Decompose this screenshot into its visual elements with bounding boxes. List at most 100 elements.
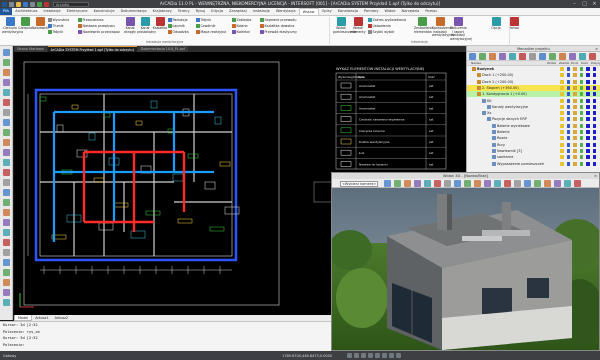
color-swatch[interactable] <box>586 79 590 84</box>
visibility-icon[interactable] <box>560 136 564 141</box>
properties-icon[interactable] <box>3 259 10 266</box>
color-swatch[interactable] <box>592 104 596 109</box>
lock-icon[interactable] <box>566 148 570 153</box>
print-icon[interactable] <box>573 142 577 147</box>
lock-icon[interactable] <box>566 123 570 128</box>
tree-node[interactable]: Xx <box>467 110 600 116</box>
color-swatch[interactable] <box>592 98 596 103</box>
ribbon-tab[interactable]: Instalacje <box>250 8 273 15</box>
snap-icon[interactable] <box>579 136 583 141</box>
ribbon-tab[interactable]: Zarządzaj <box>226 8 250 15</box>
color-swatch[interactable] <box>586 67 590 71</box>
color-swatch[interactable] <box>586 155 590 160</box>
circle-icon[interactable] <box>3 189 10 196</box>
lock-icon[interactable] <box>566 111 570 116</box>
model-space-icon[interactable] <box>396 353 401 358</box>
orbit-icon[interactable] <box>394 180 401 187</box>
tree-node[interactable]: Rozdz <box>467 135 600 141</box>
visibility-icon[interactable] <box>560 98 564 103</box>
fillet-icon[interactable] <box>3 139 10 146</box>
ortho-icon[interactable] <box>361 353 366 358</box>
visibility-icon[interactable] <box>560 104 564 109</box>
dimension-icon[interactable] <box>3 239 10 246</box>
color-swatch[interactable] <box>586 85 590 90</box>
light-icon[interactable] <box>474 180 481 187</box>
color-swatch[interactable] <box>586 161 590 166</box>
color-icon[interactable] <box>579 53 586 60</box>
color-swatch[interactable] <box>592 148 596 153</box>
color-swatch[interactable] <box>592 73 596 78</box>
color-swatch[interactable] <box>592 155 596 160</box>
lock-icon[interactable] <box>559 53 566 60</box>
regen-icon[interactable] <box>3 299 10 306</box>
visibility-icon[interactable] <box>560 79 564 84</box>
expand-icon[interactable] <box>519 53 526 60</box>
iso-view-icon[interactable] <box>454 180 461 187</box>
print-icon[interactable] <box>573 67 577 71</box>
settings-icon[interactable] <box>589 53 596 60</box>
lock-icon[interactable] <box>566 161 570 166</box>
ribbon-tab[interactable]: Tereny <box>175 8 193 15</box>
visibility-icon[interactable] <box>560 123 564 128</box>
visibility-icon[interactable] <box>560 148 564 153</box>
print-icon[interactable] <box>569 53 576 60</box>
tree-node[interactable]: 2. Stopień (+360.00) <box>467 84 600 91</box>
color-swatch[interactable] <box>586 148 590 153</box>
snap-icon[interactable] <box>579 130 583 134</box>
select-icon[interactable] <box>3 49 10 56</box>
offset-icon[interactable] <box>3 129 10 136</box>
print-icon[interactable] <box>573 117 577 122</box>
zoom-icon[interactable] <box>3 279 10 286</box>
visibility-icon[interactable] <box>560 117 564 122</box>
shaded-icon[interactable] <box>524 180 531 187</box>
print-icon[interactable] <box>564 180 571 187</box>
polyline-icon[interactable] <box>3 179 10 186</box>
ribbon-tab[interactable]: Opisy <box>319 8 335 15</box>
ribbon-tab[interactable]: Kanalizacja <box>335 8 361 15</box>
ribbon-tab[interactable]: Edycja <box>208 8 226 15</box>
lock-icon[interactable] <box>566 92 570 97</box>
color-swatch[interactable] <box>586 73 590 78</box>
color-swatch[interactable] <box>586 104 590 109</box>
ribbon-tab[interactable]: Instalacje <box>40 8 63 15</box>
snap-icon[interactable] <box>579 98 583 103</box>
minimize-icon[interactable]: – <box>570 1 579 7</box>
close-icon[interactable]: × <box>590 1 599 7</box>
ribbon-tab[interactable]: Wstaw <box>298 8 319 15</box>
visibility-icon[interactable] <box>560 92 564 97</box>
osnap-icon[interactable] <box>375 353 380 358</box>
color-swatch[interactable] <box>586 117 590 122</box>
lock-icon[interactable] <box>566 136 570 141</box>
visibility-icon[interactable] <box>560 142 564 147</box>
lock-icon[interactable] <box>566 104 570 109</box>
new-layer-icon[interactable] <box>469 53 476 60</box>
camera-select[interactable]: <Wybierz kamerę> <box>340 180 378 187</box>
visibility-icon[interactable] <box>560 155 564 160</box>
ribbon-tab[interactable]: Krajobrazy <box>150 8 175 15</box>
collapse-icon[interactable] <box>529 53 536 60</box>
snap-icon[interactable] <box>579 148 583 153</box>
move-icon[interactable] <box>3 59 10 66</box>
ribbon-tab[interactable]: Pomiary <box>361 8 382 15</box>
tree-node[interactable]: Rury <box>467 142 600 148</box>
arc-icon[interactable] <box>3 199 10 206</box>
visibility-icon[interactable] <box>560 85 564 90</box>
color-swatch[interactable] <box>592 136 596 141</box>
delete-icon[interactable] <box>479 53 486 60</box>
visibility-icon[interactable] <box>560 67 564 71</box>
print-icon[interactable] <box>573 104 577 109</box>
extend-icon[interactable] <box>3 119 10 126</box>
print-icon[interactable] <box>573 161 577 166</box>
lock-icon[interactable] <box>566 130 570 134</box>
otrack-icon[interactable] <box>382 353 387 358</box>
lock-icon[interactable] <box>566 79 570 84</box>
scale-icon[interactable] <box>3 89 10 96</box>
color-swatch[interactable] <box>592 67 596 71</box>
print-icon[interactable] <box>573 98 577 103</box>
snap-icon[interactable] <box>579 73 583 78</box>
fit-icon[interactable] <box>424 180 431 187</box>
erase-icon[interactable] <box>3 159 10 166</box>
print-icon[interactable] <box>573 148 577 153</box>
color-swatch[interactable] <box>586 142 590 147</box>
ribbon-tab[interactable]: Pomoc <box>422 8 440 15</box>
